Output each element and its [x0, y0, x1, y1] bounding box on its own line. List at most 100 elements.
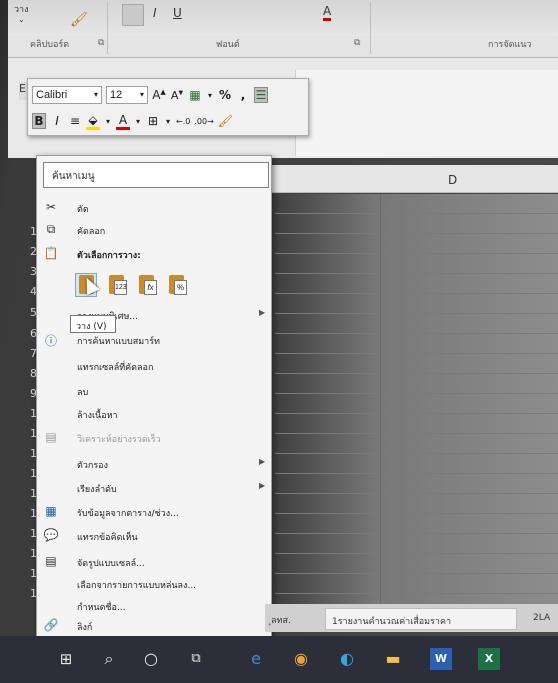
menu-item-link[interactable]: 🔗 ลิงก์	[37, 616, 271, 636]
chevron-down-icon[interactable]: ▾	[94, 87, 98, 103]
chevron-down-icon[interactable]: ▾	[164, 117, 172, 126]
menu-item-label: เรียงลำดับ	[77, 485, 117, 495]
menu-item-sort[interactable]: เรียงลำดับ ▶	[37, 478, 271, 498]
edge-legacy-icon[interactable]: e	[245, 648, 267, 670]
decrease-font-icon[interactable]: A▼	[170, 89, 184, 102]
scissors-icon: ✂	[45, 200, 57, 214]
menu-item-label: จัดรูปแบบเซลล์...	[77, 559, 145, 569]
column-header-d[interactable]: D	[448, 173, 457, 187]
paste-label: วาง	[14, 5, 29, 15]
font-size-box[interactable]: 12 ▾	[106, 86, 148, 104]
menu-item-label: ล้างเนื้อหา	[77, 411, 118, 421]
borders-icon[interactable]: ⊞	[146, 114, 160, 128]
font-group-label: ฟอนต์	[216, 40, 240, 50]
submenu-arrow-icon: ▶	[259, 481, 266, 490]
menu-item-delete[interactable]: ลบ	[37, 381, 271, 401]
cell-grid[interactable]	[275, 194, 558, 604]
chevron-down-icon[interactable]: ▾	[140, 87, 144, 103]
dialog-launcher-icon[interactable]: ⧉	[354, 38, 360, 48]
bold-button[interactable]	[122, 4, 144, 26]
dialog-launcher-icon[interactable]: ⧉	[98, 38, 104, 48]
search-icon[interactable]: ⌕	[98, 648, 120, 670]
chevron-down-icon[interactable]: ▾	[104, 117, 112, 126]
menu-item-insert-comment[interactable]: 💬 แทรกข้อคิดเห็น	[37, 526, 271, 546]
file-explorer-icon[interactable]: ▬	[382, 648, 404, 670]
mini-toolbar-row-2: B I ≡ ⬙ ▾ A ▾ ⊞ ▾ ←.0 .00→ 🖌	[32, 109, 233, 133]
sheet-tab[interactable]: ุลทส.	[265, 608, 297, 630]
excel-icon[interactable]: X	[478, 648, 500, 670]
bold-button[interactable]: B	[32, 113, 46, 129]
task-view-icon[interactable]: ⧉	[185, 648, 207, 670]
format-painter-icon[interactable]: 🖌	[218, 114, 233, 128]
menu-item-pick-from-list[interactable]: เลือกจากรายการแบบหล่นลง...	[37, 574, 271, 594]
menu-item-label: แทรกข้อคิดเห็น	[77, 533, 138, 543]
font-size-value: 12	[110, 89, 123, 101]
comma-style-icon[interactable]: ,	[236, 88, 250, 102]
ribbon-divider	[107, 2, 108, 54]
accounting-format-icon[interactable]: ▦	[188, 88, 202, 102]
align-center-icon[interactable]: ≡	[68, 114, 82, 128]
paste-tooltip: วาง (V)	[70, 315, 116, 333]
submenu-arrow-icon: ▶	[259, 308, 266, 317]
increase-font-icon[interactable]: A▲	[152, 88, 166, 102]
menu-item-get-data[interactable]: ▦ รับข้อมูลจากตาราง/ช่วง...	[37, 502, 271, 522]
menu-item-label: กำหนดชื่อ...	[77, 603, 126, 613]
fill-color-icon[interactable]: ⬙	[86, 113, 100, 130]
menu-item-label: คัดลอก	[77, 227, 106, 237]
paste-big-button[interactable]: วาง ⌄	[10, 0, 44, 34]
context-menu: ค้นหาเมนู ✂ ตัด ⧉ คัดลอก 📋 ตัวเลือกการวา…	[36, 155, 272, 640]
mini-toolbar-row-1: Calibri ▾ 12 ▾ A▲ A▼ ▦ ▾ % , ☰	[32, 83, 268, 107]
comment-icon: 💬	[43, 528, 59, 542]
edge-icon[interactable]: ◐	[336, 648, 358, 670]
menu-item-quick-analysis[interactable]: ▤ วิเคราะห์อย่างรวดเร็ว	[37, 428, 271, 448]
copy-icon: ⧉	[46, 222, 56, 236]
menu-item-label: การค้นหาแบบสมาร์ท	[77, 337, 160, 347]
sheet-tab[interactable]: 2LA	[527, 608, 556, 630]
cortana-icon[interactable]: ○	[140, 648, 162, 670]
paste-values-button[interactable]: 123	[105, 273, 127, 297]
paste-formulas-button[interactable]: fx	[135, 273, 157, 297]
percent-style-icon[interactable]: %	[218, 88, 232, 102]
menu-item-format-cells[interactable]: ▤ จัดรูปแบบเซลล์...	[37, 552, 271, 572]
sheet-tabs: ุลทส. 1รายงานคำนวณค่าเสื่อมราคา 2LA	[265, 604, 558, 632]
paste-values-icon: 123	[114, 280, 127, 295]
chevron-down-icon[interactable]: ▾	[206, 91, 214, 100]
wrap-format-icon[interactable]: ☰	[254, 87, 268, 103]
menu-item-filter[interactable]: ตัวกรอง ▶	[37, 454, 271, 474]
word-icon[interactable]: W	[430, 648, 452, 670]
font-color-icon[interactable]: A	[116, 113, 130, 130]
underline-icon[interactable]: U	[173, 6, 182, 20]
menu-item-label: ลิงก์	[77, 623, 93, 633]
menu-item-define-name[interactable]: กำหนดชื่อ...	[37, 596, 271, 616]
smart-lookup-icon: ⓘ	[44, 334, 57, 348]
paste-formulas-icon: fx	[144, 280, 157, 295]
chrome-icon[interactable]: ◉	[290, 648, 312, 670]
menu-search-box[interactable]: ค้นหาเมนู	[43, 162, 269, 188]
menu-item-label: ตัด	[77, 205, 89, 215]
italic-button[interactable]: I	[50, 114, 64, 128]
menu-item-cut[interactable]: ✂ ตัด	[37, 198, 271, 218]
windows-start-icon[interactable]: ⊞	[55, 648, 77, 670]
paste-formatting-button[interactable]: %	[165, 273, 187, 297]
quick-analysis-icon: ▤	[45, 430, 57, 444]
paste-formatting-icon: %	[174, 280, 187, 295]
font-color-icon[interactable]: A	[323, 4, 332, 21]
format-painter-icon[interactable]: 🖌	[70, 12, 88, 28]
font-name-box[interactable]: Calibri ▾	[32, 86, 102, 104]
menu-item-clear-contents[interactable]: ล้างเนื้อหา	[37, 404, 271, 424]
menu-item-label: รับข้อมูลจากตาราง/ช่วง...	[77, 509, 179, 519]
link-icon: 🔗	[43, 618, 59, 632]
taskbar: ⊞ ⌕ ○ ⧉ e ◉ ◐ ▬ W X	[0, 636, 558, 683]
menu-item-paste-options: 📋 ตัวเลือกการวาง:	[37, 244, 271, 264]
italic-icon[interactable]: I	[153, 6, 157, 20]
menu-item-insert-copied[interactable]: แทรกเซลล์ที่คัดลอก	[37, 356, 271, 376]
menu-item-smart-lookup[interactable]: ⓘ การค้นหาแบบสมาร์ท	[37, 330, 271, 350]
chevron-down-icon[interactable]: ▾	[134, 117, 142, 126]
increase-decimal-icon[interactable]: ←.0	[176, 117, 190, 126]
ribbon-divider	[370, 2, 371, 54]
formula-bar[interactable]	[295, 70, 558, 156]
menu-item-copy[interactable]: ⧉ คัดลอก	[37, 220, 271, 240]
decrease-decimal-icon[interactable]: .00→	[194, 117, 213, 126]
column-divider	[380, 194, 381, 604]
sheet-tab-active[interactable]: 1รายงานคำนวณค่าเสื่อมราคา	[325, 608, 517, 630]
